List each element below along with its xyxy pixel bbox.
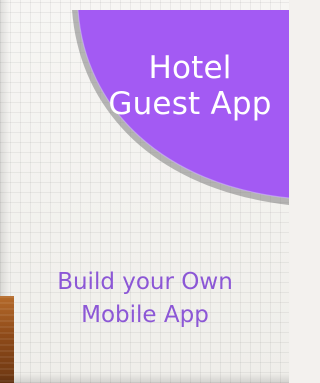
badge-title-line-2: Guest App (108, 86, 272, 122)
build-your-own-app-text: Build your Own Mobile App (20, 266, 270, 332)
hotel-guest-app-badge: Hotel Guest App (0, 0, 289, 230)
badge-title-line-1: Hotel (148, 50, 232, 86)
bottom-shadow (0, 373, 289, 383)
wood-background-strip (0, 296, 14, 383)
badge-title: Hotel Guest App (95, 50, 285, 122)
app-promo-screen: Hotel Guest App Build your Own Mobile Ap… (0, 0, 289, 383)
cta-line-2: Mobile App (81, 302, 209, 328)
cta-line-1: Build your Own (57, 269, 233, 295)
